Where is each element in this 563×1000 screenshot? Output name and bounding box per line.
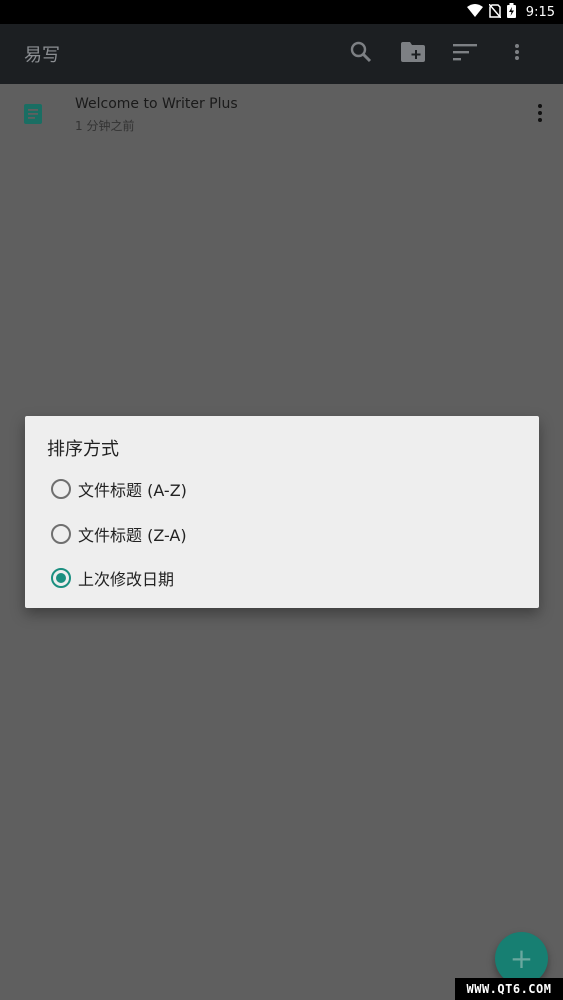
battery-charging-icon (506, 2, 516, 22)
option-label: 上次修改日期 (78, 570, 175, 589)
dialog-title: 排序方式 (47, 439, 119, 460)
more-vert-icon[interactable] (531, 102, 549, 124)
new-folder-icon (400, 41, 426, 67)
document-timestamp: 1 分钟之前 (75, 119, 135, 133)
app-bar: 易写 (0, 24, 563, 84)
overflow-menu-button[interactable] (491, 24, 543, 84)
more-vert-icon (514, 43, 520, 65)
wifi-icon (466, 3, 483, 22)
sort-option-title-asc[interactable]: 文件标题 (A-Z) (51, 475, 187, 503)
sort-option-last-modified[interactable]: 上次修改日期 (51, 564, 174, 592)
search-icon (349, 40, 373, 68)
radio-button-selected[interactable] (51, 568, 71, 588)
option-label: 文件标题 (Z-A) (78, 526, 187, 545)
document-icon (24, 104, 42, 124)
radio-button[interactable] (51, 479, 71, 499)
sort-button[interactable] (439, 24, 491, 84)
status-bar: 9:15 (0, 0, 563, 24)
status-time: 9:15 (525, 4, 555, 20)
no-sim-icon (488, 3, 502, 22)
option-label: 文件标题 (A-Z) (78, 481, 187, 500)
app-title: 易写 (24, 45, 60, 66)
new-folder-button[interactable] (387, 24, 439, 84)
watermark: WWW.QT6.COM (455, 978, 563, 1000)
list-item[interactable]: Welcome to Writer Plus 1 分钟之前 (0, 84, 563, 144)
sort-option-title-desc[interactable]: 文件标题 (Z-A) (51, 520, 187, 548)
app-actions (335, 24, 543, 84)
radio-button[interactable] (51, 524, 71, 544)
sort-icon (453, 43, 477, 65)
document-title: Welcome to Writer Plus (75, 96, 238, 112)
status-icons: 9:15 (466, 0, 555, 24)
sort-dialog: 排序方式 文件标题 (A-Z) 文件标题 (Z-A) 上次修改日期 (25, 416, 539, 608)
search-button[interactable] (335, 24, 387, 84)
